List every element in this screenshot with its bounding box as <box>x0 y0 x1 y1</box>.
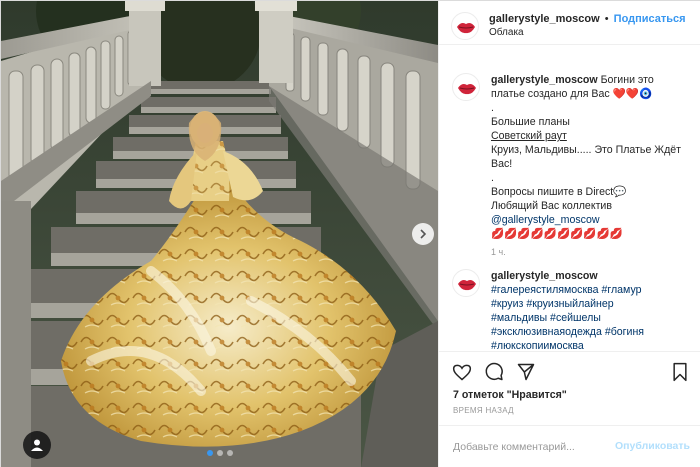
follow-button[interactable]: Подписаться <box>614 13 686 25</box>
caption-username[interactable]: gallerystyle_moscow <box>491 74 598 86</box>
comments-list[interactable]: gallerystyle_moscow Богини это платье соз… <box>439 61 700 351</box>
profile-avatar[interactable] <box>451 12 479 40</box>
post-location[interactable]: Облака <box>489 27 524 38</box>
caption-comment: gallerystyle_moscow Богини это платье соз… <box>439 61 700 257</box>
caption-text: платье создано для Вас <box>491 88 610 100</box>
lips-logo-icon <box>457 23 475 34</box>
hashtag-line[interactable]: #люкскопиимосква <box>491 339 692 351</box>
post-sidebar: gallerystyle_moscow • Подписаться Облака… <box>438 1 700 467</box>
comment-icon <box>485 362 503 381</box>
caption-text: Большие планы <box>491 116 570 128</box>
add-comment-section: Опубликовать <box>439 425 700 467</box>
caption-text: Любящий Вас коллектив <box>491 200 612 212</box>
caption-text: Круиз, Мальдивы..... Это Платье Ждёт <box>491 144 681 156</box>
caption-text: Вопросы пишите в Direct💬 <box>491 186 627 198</box>
share-button[interactable] <box>515 361 537 383</box>
caption-emoji: ❤️❤️🧿 <box>612 88 653 100</box>
post-frame: gallerystyle_moscow • Подписаться Облака… <box>0 0 700 467</box>
comment-username[interactable]: gallerystyle_moscow <box>491 269 689 283</box>
post-photo[interactable] <box>1 1 438 467</box>
action-bar <box>439 351 700 386</box>
heart-icon <box>452 364 472 381</box>
save-button[interactable] <box>669 361 691 383</box>
lips-logo-icon <box>458 84 476 95</box>
post-image <box>1 1 438 467</box>
profile-avatar[interactable] <box>452 269 480 297</box>
tags-comment: gallerystyle_moscow #галереястилямосква … <box>439 269 700 351</box>
carousel-dot <box>226 450 233 456</box>
post-header: gallerystyle_moscow • Подписаться Облака <box>439 1 700 45</box>
bookmark-icon <box>673 362 687 382</box>
post-author-username[interactable]: gallerystyle_moscow <box>489 13 600 25</box>
separator-dot: • <box>604 13 609 25</box>
caption-text: . <box>491 172 494 184</box>
caption-text: Советский раут <box>491 130 567 142</box>
post-timestamp: ВРЕМЯ НАЗАД <box>453 406 514 415</box>
profile-avatar[interactable] <box>452 73 480 101</box>
hashtag-line[interactable]: #галереястилямосква #гламур <box>491 283 692 297</box>
carousel-dot <box>206 450 213 456</box>
publish-button[interactable]: Опубликовать <box>615 440 690 452</box>
caption-text: Богини это <box>600 74 654 86</box>
caption-time: 1 ч. <box>491 247 506 257</box>
carousel-indicator <box>1 450 438 456</box>
comment-input[interactable] <box>453 439 613 455</box>
share-icon <box>517 363 535 381</box>
lips-logo-icon <box>458 280 476 291</box>
comment-button[interactable] <box>483 361 505 383</box>
hashtag-line[interactable]: #круиз #круизныйлайнер <box>491 297 692 311</box>
caption-mention[interactable]: @gallerystyle_moscow <box>491 213 692 227</box>
caption-text: . <box>491 102 494 114</box>
like-button[interactable] <box>451 361 473 383</box>
chevron-right-icon <box>420 229 427 239</box>
carousel-dot <box>216 450 223 456</box>
likes-count[interactable]: 7 отметок "Нравится" <box>453 389 567 401</box>
hashtag-line[interactable]: #мальдивы #сейшелы <box>491 311 692 325</box>
hashtag-line[interactable]: #эксклюзивнаяодежда #богиня <box>491 325 692 339</box>
next-slide-button[interactable] <box>412 223 434 245</box>
caption-emoji: 💋💋💋💋💋💋💋💋💋💋 <box>491 228 623 240</box>
caption-text: Вас! <box>491 158 513 170</box>
